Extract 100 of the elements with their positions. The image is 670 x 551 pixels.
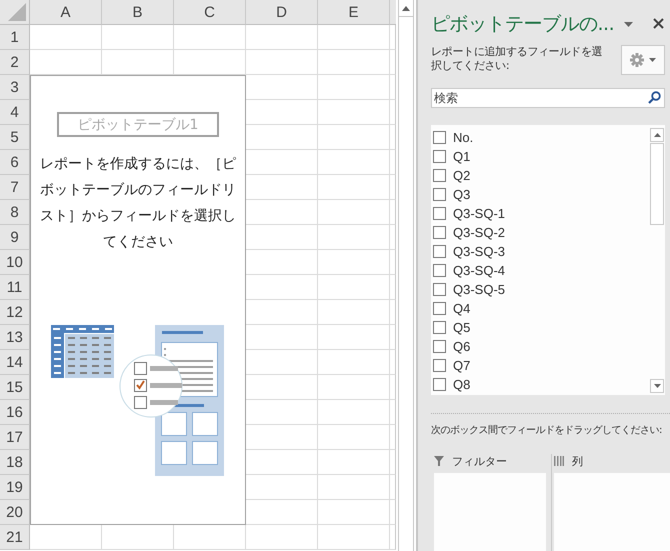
row-header[interactable]: 15: [0, 375, 30, 400]
row-header[interactable]: 11: [0, 275, 30, 300]
field-item[interactable]: No.: [431, 128, 650, 147]
grid-cell[interactable]: [390, 450, 396, 475]
grid-cell[interactable]: [318, 25, 390, 50]
scrollbar-thumb[interactable]: [650, 143, 664, 225]
row-header[interactable]: 5: [0, 125, 30, 150]
grid-cell[interactable]: [390, 250, 396, 275]
grid-cell[interactable]: [318, 225, 390, 250]
checkbox[interactable]: [433, 378, 446, 391]
checkbox[interactable]: [433, 169, 446, 182]
column-header[interactable]: C: [174, 0, 246, 25]
field-item[interactable]: Q3: [431, 185, 650, 204]
grid-cell[interactable]: [318, 100, 390, 125]
grid-cell[interactable]: [318, 75, 390, 100]
search-icon[interactable]: [648, 91, 661, 104]
field-item[interactable]: Q1: [431, 147, 650, 166]
row-header[interactable]: 8: [0, 200, 30, 225]
field-item[interactable]: Q8: [431, 375, 650, 394]
grid-cell[interactable]: [246, 50, 318, 75]
grid-cell[interactable]: [390, 50, 396, 75]
row-header[interactable]: 21: [0, 525, 30, 550]
row-header[interactable]: 17: [0, 425, 30, 450]
grid-cell[interactable]: [390, 300, 396, 325]
grid-cell[interactable]: [318, 150, 390, 175]
row-header[interactable]: 6: [0, 150, 30, 175]
grid-cell[interactable]: [390, 375, 396, 400]
checkbox[interactable]: [433, 207, 446, 220]
grid-cell[interactable]: [390, 525, 396, 550]
grid-cell[interactable]: [318, 425, 390, 450]
grid-cell[interactable]: [390, 275, 396, 300]
column-header[interactable]: D: [246, 0, 318, 25]
grid-cell[interactable]: [390, 150, 396, 175]
grid-cell[interactable]: [390, 75, 396, 100]
column-header[interactable]: [390, 0, 396, 25]
grid-cell[interactable]: [174, 25, 246, 50]
checkbox[interactable]: [433, 340, 446, 353]
row-header[interactable]: 4: [0, 100, 30, 125]
grid-cell[interactable]: [390, 25, 396, 50]
row-header[interactable]: 1: [0, 25, 30, 50]
field-item[interactable]: Q7: [431, 356, 650, 375]
checkbox[interactable]: [433, 150, 446, 163]
row-header[interactable]: 7: [0, 175, 30, 200]
grid-cell[interactable]: [318, 275, 390, 300]
row-header[interactable]: 13: [0, 325, 30, 350]
row-header[interactable]: 10: [0, 250, 30, 275]
close-icon[interactable]: [653, 18, 664, 29]
grid-cell[interactable]: [102, 25, 174, 50]
grid-cell[interactable]: [390, 500, 396, 525]
dropdown-caret-icon[interactable]: [624, 22, 634, 26]
grid-cell[interactable]: [390, 425, 396, 450]
grid-cell[interactable]: [318, 375, 390, 400]
grid-cell[interactable]: [390, 325, 396, 350]
grid-cell[interactable]: [390, 100, 396, 125]
field-item[interactable]: Q3-SQ-1: [431, 204, 650, 223]
column-header[interactable]: E: [318, 0, 390, 25]
grid-cell[interactable]: [318, 450, 390, 475]
select-all-corner[interactable]: [0, 0, 30, 25]
grid-cell[interactable]: [318, 500, 390, 525]
grid-cell[interactable]: [30, 25, 102, 50]
checkbox[interactable]: [433, 302, 446, 315]
grid-cell[interactable]: [318, 300, 390, 325]
grid-cell[interactable]: [318, 525, 390, 550]
row-header[interactable]: 12: [0, 300, 30, 325]
field-item[interactable]: Q3-SQ-2: [431, 223, 650, 242]
grid-cell[interactable]: [390, 400, 396, 425]
grid-cell[interactable]: [318, 250, 390, 275]
checkbox[interactable]: [433, 264, 446, 277]
field-item[interactable]: Q3-SQ-5: [431, 280, 650, 299]
checkbox[interactable]: [433, 131, 446, 144]
tools-button[interactable]: [621, 45, 665, 75]
grid-cell[interactable]: [246, 25, 318, 50]
row-header[interactable]: 16: [0, 400, 30, 425]
search-field[interactable]: 検索: [431, 88, 665, 108]
grid-cell[interactable]: [390, 175, 396, 200]
grid-cell[interactable]: [318, 175, 390, 200]
grid-cell[interactable]: [390, 225, 396, 250]
row-header[interactable]: 14: [0, 350, 30, 375]
row-header[interactable]: 2: [0, 50, 30, 75]
scroll-up-button[interactable]: [650, 128, 664, 142]
grid-cell[interactable]: [390, 200, 396, 225]
column-header[interactable]: A: [30, 0, 102, 25]
checkbox[interactable]: [433, 188, 446, 201]
grid-cell[interactable]: [318, 200, 390, 225]
checkbox[interactable]: [433, 359, 446, 372]
row-header[interactable]: 18: [0, 450, 30, 475]
field-item[interactable]: Q5: [431, 318, 650, 337]
checkbox[interactable]: [433, 283, 446, 296]
field-item[interactable]: Q2: [431, 166, 650, 185]
grid-cell[interactable]: [318, 325, 390, 350]
row-header[interactable]: 20: [0, 500, 30, 525]
checkbox[interactable]: [433, 226, 446, 239]
row-header[interactable]: 3: [0, 75, 30, 100]
select-all-corner-icon[interactable]: [8, 3, 26, 21]
field-item[interactable]: Q6: [431, 337, 650, 356]
field-item[interactable]: Q4: [431, 299, 650, 318]
scroll-down-button[interactable]: [650, 379, 664, 393]
grid-cell[interactable]: [318, 50, 390, 75]
column-header[interactable]: B: [102, 0, 174, 25]
checkbox[interactable]: [433, 321, 446, 334]
